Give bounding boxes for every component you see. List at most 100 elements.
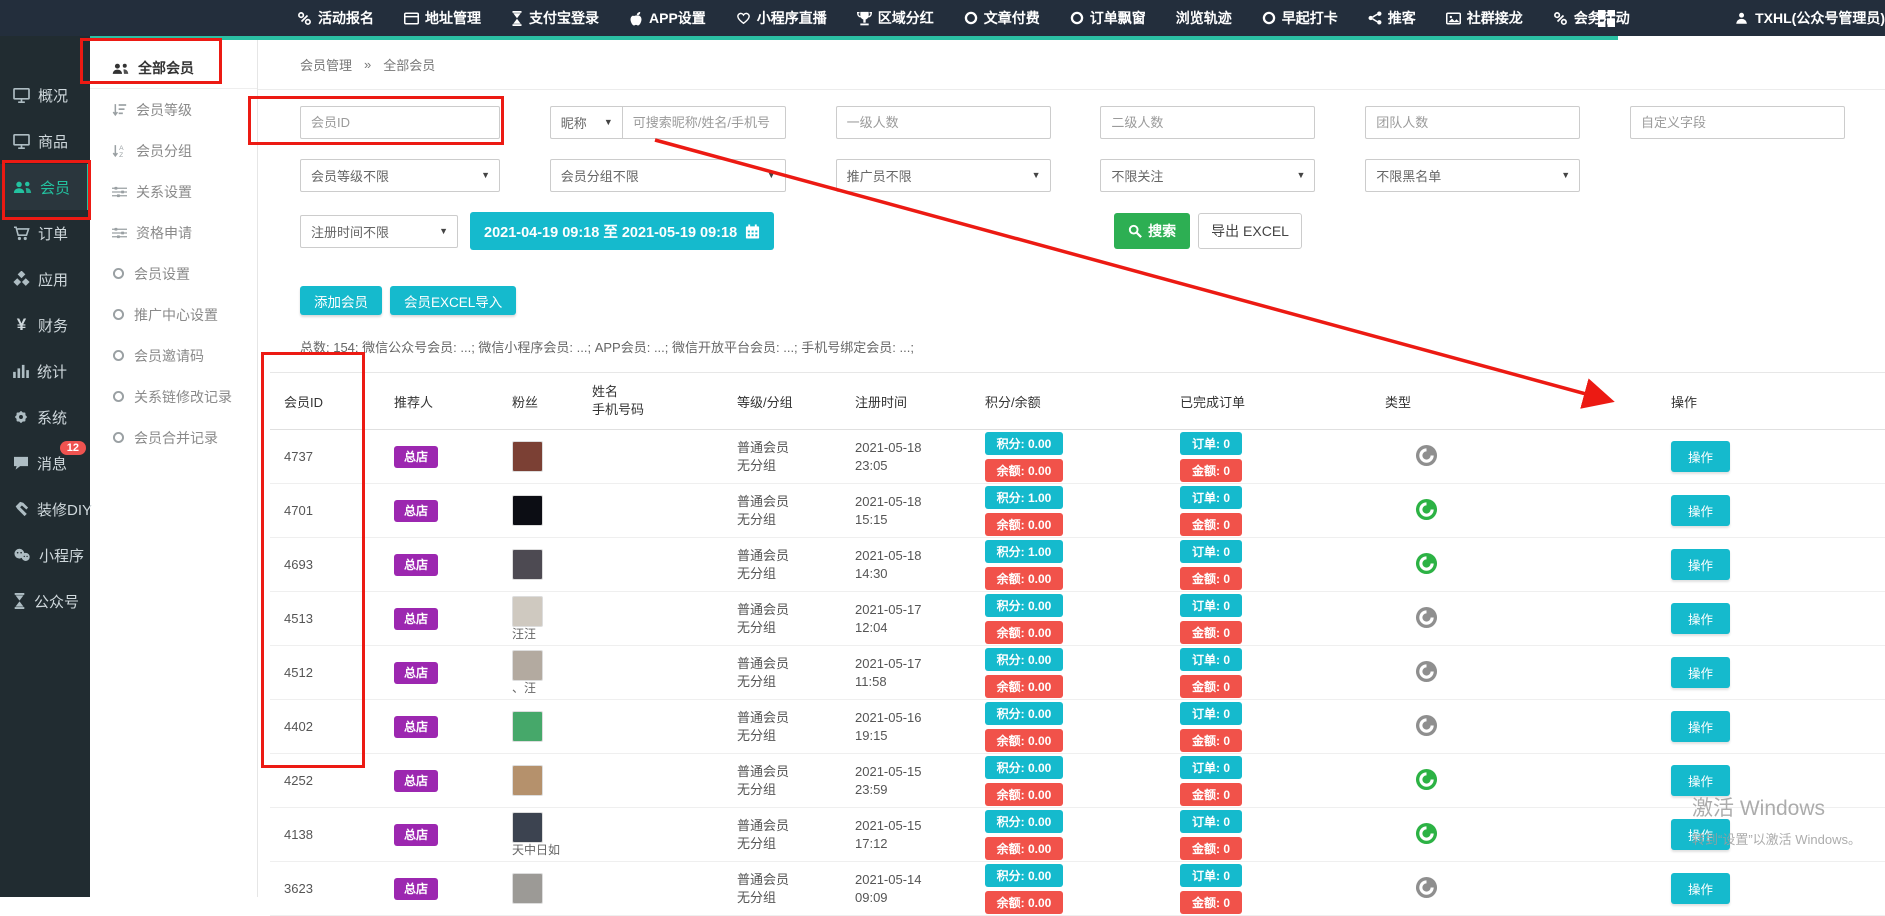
referrer-badge: 总店	[394, 824, 438, 846]
submenu-item-qualification[interactable]: 资格申请	[90, 212, 257, 253]
row-action-button[interactable]: 操作	[1671, 873, 1730, 904]
blacklist-select[interactable]: 不限黑名单 ▼	[1365, 159, 1580, 192]
balance-label: 余额:	[997, 464, 1025, 478]
type-cell	[1371, 606, 1621, 632]
referrer-cell: 总店	[380, 610, 498, 627]
sidebar-item-finance[interactable]: ¥ 财务	[0, 302, 90, 348]
custom-field-input[interactable]	[1630, 106, 1845, 139]
breadcrumb-parent[interactable]: 会员管理	[300, 55, 352, 74]
filter-spacer	[1630, 159, 1845, 192]
submenu-item-relation-chain-log[interactable]: 关系链修改记录	[90, 376, 257, 417]
follow-status-select[interactable]: 不限关注 ▼	[1100, 159, 1315, 192]
sidebar-item-official-account[interactable]: 公众号	[0, 578, 90, 624]
submenu-item-all-members[interactable]: 全部会员	[90, 48, 257, 89]
sidebar-item-goods[interactable]: 商品	[0, 118, 90, 164]
nav-item-order-popup[interactable]: 订单飘窗	[1055, 0, 1161, 36]
export-excel-button[interactable]: 导出 EXCEL	[1198, 213, 1302, 249]
row-action-button[interactable]: 操作	[1671, 657, 1730, 688]
nav-item-activity-signup[interactable]: 活动报名	[282, 0, 389, 36]
row-action-button[interactable]: 操作	[1671, 603, 1730, 634]
level1-count-input[interactable]	[836, 106, 1051, 139]
level-group-cell: 普通会员 无分组	[723, 547, 841, 583]
submenu-item-member-settings[interactable]: 会员设置	[90, 253, 257, 294]
orders-label: 订单:	[1192, 653, 1220, 667]
table-row: 3623 总店 普通会员 无分组 2021-05-14 09:09 积分: 0.…	[270, 862, 1885, 916]
search-button[interactable]: 搜索	[1114, 213, 1190, 249]
points-badge: 积分: 0.00	[985, 648, 1063, 671]
date-range-button[interactable]: 2021-04-19 09:18 至 2021-05-19 09:18	[470, 212, 774, 250]
sidebar-item-apps[interactable]: 应用	[0, 256, 90, 302]
excel-import-button[interactable]: 会员EXCEL导入	[390, 286, 516, 315]
users-icon	[112, 62, 129, 75]
sidebar-item-messages[interactable]: 消息 12	[0, 440, 90, 486]
submenu-item-promotion-center[interactable]: 推广中心设置	[90, 294, 257, 335]
member-id-input[interactable]	[300, 106, 500, 139]
nav-item-miniprogram-live[interactable]: 小程序直播	[721, 0, 842, 36]
referrer-badge: 总店	[394, 446, 438, 468]
nav-item-region-dividend[interactable]: 区域分红	[842, 0, 949, 36]
nickname-field-select[interactable]: 昵称 ▼	[550, 106, 622, 139]
register-time-select[interactable]: 注册时间不限 ▼	[300, 215, 458, 248]
grid-icon[interactable]	[1598, 10, 1615, 27]
nav-label: 浏览轨迹	[1176, 8, 1232, 28]
submenu-item-member-groups[interactable]: AZ 会员分组	[90, 130, 257, 171]
row-action-button[interactable]: 操作	[1671, 441, 1730, 472]
nav-item-early-checkin[interactable]: 早起打卡	[1247, 0, 1353, 36]
sidebar-item-statistics[interactable]: 统计	[0, 348, 90, 394]
balance-value: 0.00	[1028, 680, 1051, 694]
amount-label: 金额:	[1192, 518, 1220, 532]
submenu-item-relation-settings[interactable]: 关系设置	[90, 171, 257, 212]
referrer-badge: 总店	[394, 500, 438, 522]
sidebar-item-overview[interactable]: 概况	[0, 72, 90, 118]
row-action-button[interactable]: 操作	[1671, 711, 1730, 742]
row-action-button[interactable]: 操作	[1671, 495, 1730, 526]
fan-cell: 天中日如	[498, 812, 578, 857]
cubes-icon	[13, 271, 30, 288]
nav-label: 地址管理	[425, 8, 481, 28]
reg-time-cell: 2021-05-16 19:15	[841, 709, 971, 745]
balance-badge: 余额: 0.00	[985, 621, 1063, 644]
users-icon	[13, 180, 32, 194]
referrer-cell: 总店	[380, 880, 498, 897]
nav-label: 区域分红	[878, 8, 934, 28]
balance-value: 0.00	[1028, 572, 1051, 586]
table-row: 4513 总店 汪汪 普通会员 无分组 2021-05-17 12:04 积分:…	[270, 592, 1885, 646]
points-balance-cell: 积分: 0.00 余额: 0.00	[971, 864, 1166, 914]
nav-item-alipay-login[interactable]: 支付宝登录	[496, 0, 614, 36]
level2-count-input[interactable]	[1100, 106, 1315, 139]
type-cell	[1371, 876, 1621, 902]
reg-clock: 15:15	[855, 511, 971, 529]
keyword-search-input[interactable]	[622, 106, 786, 139]
level-group-cell: 普通会员 无分组	[723, 763, 841, 799]
add-member-button[interactable]: 添加会员	[300, 286, 382, 315]
group-value: 无分组	[737, 673, 841, 691]
submenu-item-member-levels[interactable]: 会员等级	[90, 89, 257, 130]
promoter-select[interactable]: 推广员不限 ▼	[836, 159, 1051, 192]
nav-item-group-chain[interactable]: 社群接龙	[1431, 0, 1538, 36]
nav-item-article-pay[interactable]: 文章付费	[949, 0, 1055, 36]
nickname-select-value: 昵称	[561, 113, 587, 132]
sidebar-item-system[interactable]: 系统	[0, 394, 90, 440]
nav-item-address[interactable]: 地址管理	[389, 0, 496, 36]
reg-date: 2021-05-15	[855, 763, 971, 781]
points-value: 0.00	[1028, 437, 1051, 451]
table-row: 4512 总店 、汪 普通会员 无分组 2021-05-17 11:58 积分:…	[270, 646, 1885, 700]
nav-item-app-settings[interactable]: APP设置	[614, 0, 721, 36]
nav-item-browse-track[interactable]: 浏览轨迹	[1161, 0, 1247, 36]
member-level-select[interactable]: 会员等级不限 ▼	[300, 159, 500, 192]
user-menu[interactable]: TXHL(公众号管理员)	[1735, 8, 1885, 28]
team-count-input[interactable]	[1365, 106, 1580, 139]
submenu-item-invite-code[interactable]: 会员邀请码	[90, 335, 257, 376]
row-action-button[interactable]: 操作	[1671, 549, 1730, 580]
submenu-item-merge-log[interactable]: 会员合并记录	[90, 417, 257, 458]
member-group-select[interactable]: 会员分组不限 ▼	[550, 159, 786, 192]
group-value: 无分组	[737, 889, 841, 907]
balance-badge: 余额: 0.00	[985, 891, 1063, 914]
nav-item-promoter[interactable]: 推客	[1353, 0, 1431, 36]
sidebar-item-orders[interactable]: 订单	[0, 210, 90, 256]
sidebar-item-members[interactable]: 会员	[0, 164, 90, 210]
referrer-badge: 总店	[394, 608, 438, 630]
sidebar-label: 统计	[37, 361, 67, 382]
sidebar-item-decorate-diy[interactable]: 装修DIY	[0, 486, 90, 532]
sidebar-item-miniprogram[interactable]: 小程序	[0, 532, 90, 578]
